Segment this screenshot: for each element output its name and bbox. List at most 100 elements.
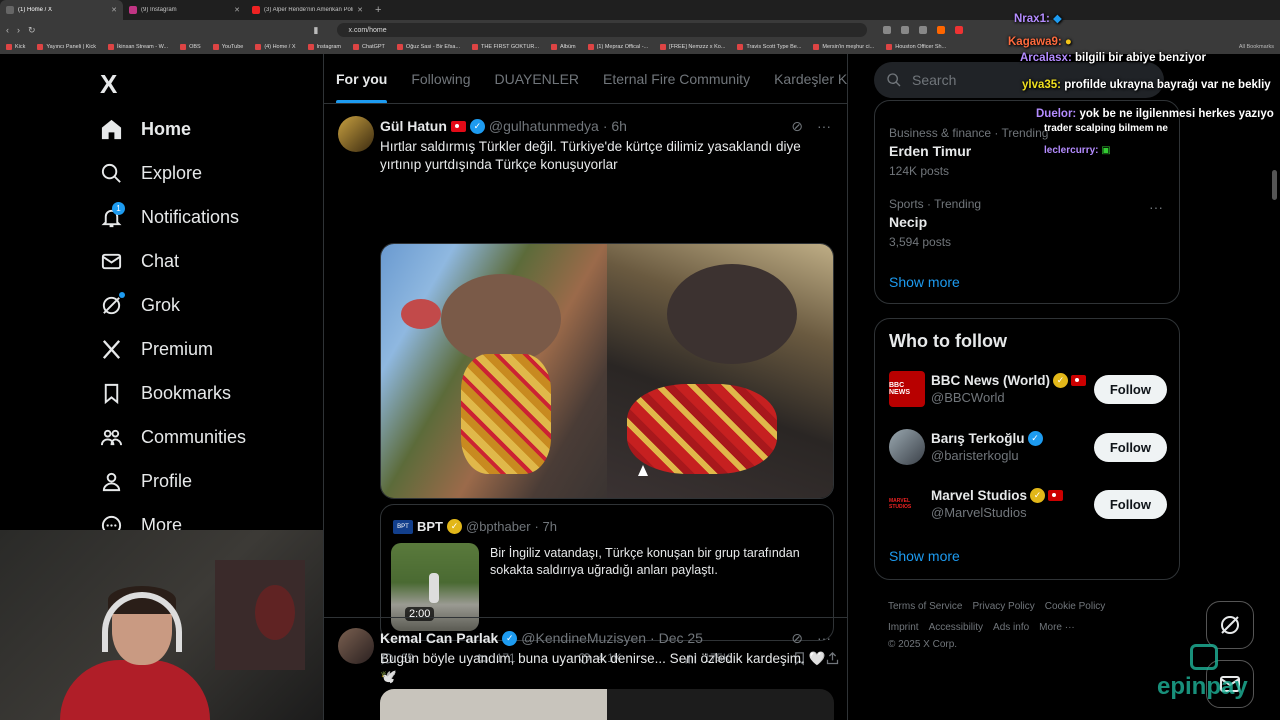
avatar[interactable]: BPT [393,519,413,534]
footer-link[interactable]: Cookie Policy [1045,601,1106,612]
footer-link[interactable]: More ··· [1039,622,1075,633]
grok-explain-icon[interactable]: ⊘ [791,630,803,647]
bookmark-item[interactable]: Albüm [551,44,576,50]
bookmark-item[interactable]: Houston Officer Sh... [886,44,946,50]
extension-icon[interactable] [900,26,909,34]
follow-suggestion[interactable]: Barış Terkoğlu ✓ @baristerkoglu Follow [889,429,1167,465]
verified-gold-badge-icon: ✓ [1053,373,1069,388]
follow-button[interactable]: Follow [1093,489,1167,519]
browser-tab-youtube[interactable]: (3) Alper Rende'nin Amerikan Polis M✕ [246,0,369,20]
avatar[interactable] [889,429,925,465]
x-logo-icon[interactable]: X [100,69,117,100]
extension-icon[interactable] [918,26,927,34]
bookmark-page-icon[interactable]: ▮ [314,25,319,36]
tab-kardesler[interactable]: Kardeşler Kı [762,54,847,103]
bookmark-item[interactable]: Kick [6,44,25,50]
footer-link[interactable]: Terms of Service [888,601,962,612]
page-scrollbar[interactable] [1272,170,1277,200]
bookmark-item[interactable]: Travis Scott Type Be... [737,44,801,50]
new-tab-button[interactable]: + [369,4,387,16]
follow-button[interactable]: Follow [1093,374,1167,404]
tab-following[interactable]: Following [399,54,482,103]
follow-suggestion[interactable]: MARVEL STUDIOS Marvel Studios ✓ @MarvelStu… [889,486,1167,522]
back-icon[interactable]: ‹ [6,25,9,35]
forward-icon[interactable]: › [17,25,20,35]
more-options-icon[interactable]: ··· [817,630,831,647]
bookmark-item[interactable]: YouTube [212,44,243,50]
bookmark-item[interactable]: Oğuz Sasi - Bir Efsa... [396,44,460,50]
tab-duayenler[interactable]: DUAYENLER [482,54,591,103]
browser-tab-instagram[interactable]: (9) Instagram ✕ [123,0,246,20]
bookmark-item[interactable]: [FREE] Nemzzz x Ko... [660,44,725,50]
nav-chat[interactable]: Chat [100,250,179,273]
author-handle[interactable]: @gulhatunmedya [489,118,599,134]
tweet-media[interactable] [380,243,834,499]
media-image-right[interactable] [607,689,834,720]
all-bookmarks-button[interactable]: All Bookmarks [1239,44,1274,50]
brave-shield-icon[interactable] [936,26,945,34]
footer-link[interactable]: Imprint [888,622,919,633]
url-field[interactable]: x.com/home [336,23,867,37]
tab-eternal-fire[interactable]: Eternal Fire Community [591,54,762,103]
reload-icon[interactable]: ↻ [28,25,36,36]
trends-show-more-link[interactable]: Show more [889,274,960,290]
tweet-text: Bugün böyle uyandım, buna uyanmak denirs… [380,651,826,684]
close-tab-icon[interactable]: ✕ [111,6,117,14]
extension-icon[interactable] [882,26,891,34]
bookmark-item[interactable]: İkinsan Stream - W... [108,44,168,50]
bookmark-icon [104,383,119,405]
bookmark-item[interactable]: ChatGPT [352,44,385,50]
tweet[interactable]: Gül Hatun ✓ @gulhatunmedya · 6h ⊘ ··· Hır… [324,116,847,666]
nav-bookmarks[interactable]: Bookmarks [100,382,231,405]
bookmark-item[interactable]: THE FIRST GOKTUR... [472,44,539,50]
bookmark-item[interactable]: Mersin'in meşhur ci... [813,44,874,50]
bookmark-item[interactable]: Instagram [307,44,341,50]
browser-tab-home[interactable]: (1) Home / X ✕ [0,0,123,20]
trend-item[interactable]: Sports · Trending Necip 3,594 posts [889,197,981,249]
more-options-icon[interactable]: ··· [817,118,831,135]
bookmark-item[interactable]: (4) Home / X [255,44,296,50]
tweet-media[interactable] [380,689,834,720]
bookmark-favicon-icon [352,44,359,50]
tweet[interactable]: Kemal Can Parlak ✓ @KendineMuzisyen · De… [324,628,847,720]
nav-grok[interactable]: Grok [100,292,180,317]
footer-link[interactable]: Ads info [993,622,1029,633]
quoted-tweet[interactable]: BPT BPT ✓ @bpthaber · 7h 2:00 Bir İngili… [380,504,834,641]
author-name[interactable]: Kemal Can Parlak [380,630,498,646]
tweet-time[interactable]: · Dec 25 [650,630,703,646]
footer-link[interactable]: Accessibility [929,622,983,633]
avatar[interactable] [338,628,374,664]
grok-explain-icon[interactable]: ⊘ [791,118,803,135]
trend-item[interactable]: Business & finance · Trending Erden Timu… [889,126,1048,178]
close-tab-icon[interactable]: ✕ [234,6,240,14]
media-image-left[interactable] [380,689,607,720]
nav-communities[interactable]: Communities [100,426,246,449]
follow-button[interactable]: Follow [1093,432,1167,462]
follow-show-more-link[interactable]: Show more [889,548,960,564]
follow-suggestion[interactable]: BBC NEWS BBC News (World) ✓ @BBCWorld Foll… [889,371,1167,407]
search-input[interactable]: Search [874,62,1164,98]
bookmark-item[interactable]: (1) Mepraz Offical -... [587,44,648,50]
avatar[interactable]: MARVEL STUDIOS [889,486,925,522]
media-image-right[interactable] [607,244,833,498]
author-handle[interactable]: @KendineMuzisyen [521,630,646,646]
more-options-icon[interactable]: ··· [1149,199,1163,215]
bookmark-item[interactable]: OBS [180,44,201,50]
nav-premium[interactable]: Premium [100,338,213,361]
nav-profile[interactable]: Profile [100,470,192,493]
bookmark-item[interactable]: Yayıncı Paneli | Kick [37,44,96,50]
brave-rewards-icon[interactable] [954,26,963,34]
tweet-time[interactable]: · 6h [603,118,627,134]
tab-for-you[interactable]: For you [324,54,399,103]
grok-floating-button[interactable] [1206,601,1254,649]
avatar[interactable] [338,116,374,152]
close-tab-icon[interactable]: ✕ [357,6,363,14]
media-image-left[interactable] [381,244,607,498]
author-name[interactable]: Gül Hatun [380,118,447,134]
nav-explore[interactable]: Explore [100,162,202,185]
footer-link[interactable]: Privacy Policy [972,601,1034,612]
nav-home[interactable]: Home [100,118,191,141]
profile-icon [102,472,121,492]
avatar[interactable]: BBC NEWS [889,371,925,407]
nav-notifications[interactable]: 1 Notifications [100,202,239,229]
